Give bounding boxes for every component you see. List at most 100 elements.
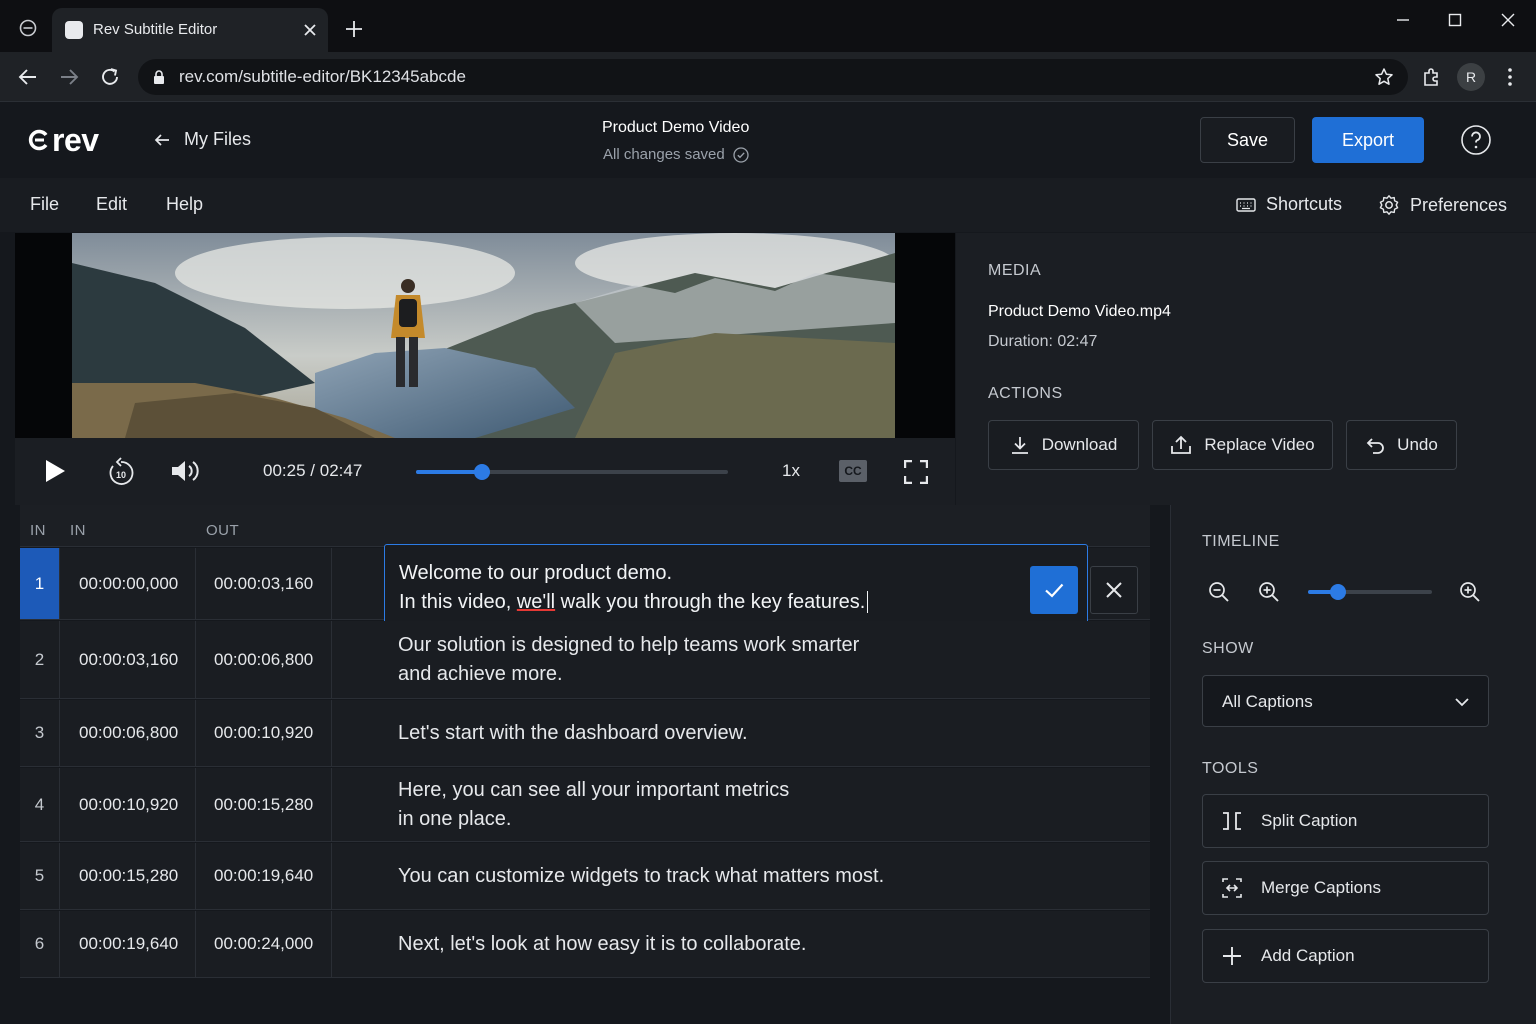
- media-duration: Duration: 02:47: [988, 333, 1098, 350]
- caption-text[interactable]: Our solution is designed to help teams w…: [398, 621, 1098, 698]
- cancel-edit-button[interactable]: [1090, 566, 1138, 614]
- caption-row-1[interactable]: 1 00:00:00,000 00:00:03,160 Welcome to o…: [20, 544, 1150, 628]
- help-question-icon[interactable]: [1460, 124, 1492, 156]
- caption-text[interactable]: Let's start with the dashboard overview.: [398, 700, 1098, 766]
- svg-text:10: 10: [116, 470, 126, 480]
- download-button[interactable]: Download: [988, 420, 1139, 470]
- caption-text[interactable]: Next, let's look at how easy it is to co…: [398, 911, 1098, 977]
- merge-captions-button[interactable]: Merge Captions: [1202, 861, 1489, 915]
- undo-label: Undo: [1397, 435, 1438, 454]
- save-button[interactable]: Save: [1200, 117, 1295, 163]
- bookmark-star-icon[interactable]: [1374, 67, 1394, 87]
- seek-handle[interactable]: [473, 464, 490, 480]
- arrow-left-icon: [154, 133, 169, 146]
- actions-section-label: ACTIONS: [988, 385, 1063, 402]
- caption-out-time[interactable]: 00:00:19,640: [196, 843, 332, 909]
- caption-in-time[interactable]: 00:00:00,000: [60, 548, 196, 619]
- caption-out-time[interactable]: 00:00:03,160: [196, 548, 332, 619]
- menu-edit[interactable]: Edit: [96, 194, 127, 215]
- forward-arrow-icon[interactable]: [58, 66, 80, 88]
- caption-row-3[interactable]: 3 00:00:06,800 00:00:10,920 Let's start …: [20, 700, 1150, 767]
- closed-captions-icon[interactable]: CC: [839, 460, 867, 482]
- caption-line-2-end: walk you through the key features.: [555, 591, 866, 613]
- play-icon[interactable]: [43, 458, 67, 484]
- tab-close-icon[interactable]: [300, 20, 320, 40]
- video-frame[interactable]: [15, 233, 955, 438]
- zoom-slider-handle[interactable]: [1329, 584, 1346, 600]
- url-omnibox[interactable]: rev.com/subtitle-editor/BK12345abcde: [138, 59, 1408, 95]
- timeline-section-label: TIMELINE: [1202, 533, 1280, 550]
- caption-row-6[interactable]: 6 00:00:19,640 00:00:24,000 Next, let's …: [20, 911, 1150, 978]
- caption-out-time[interactable]: 00:00:06,800: [196, 621, 332, 698]
- show-captions-select[interactable]: All Captions: [1202, 675, 1489, 727]
- timeline-zoom-slider[interactable]: [1308, 584, 1432, 600]
- volume-icon[interactable]: [170, 458, 202, 484]
- browser-menu-kebab-icon[interactable]: [1503, 66, 1517, 88]
- split-caption-button[interactable]: Split Caption: [1202, 794, 1489, 848]
- tab-search-icon[interactable]: [18, 18, 38, 38]
- profile-avatar[interactable]: R: [1457, 63, 1485, 91]
- replace-video-button[interactable]: Replace Video: [1152, 420, 1333, 470]
- export-button[interactable]: Export: [1312, 117, 1424, 163]
- spellcheck-flagged-word[interactable]: we'll: [517, 591, 555, 613]
- reload-icon[interactable]: [99, 66, 121, 88]
- menu-file[interactable]: File: [30, 194, 59, 215]
- rev-favicon-icon: [65, 21, 83, 39]
- caption-in-time[interactable]: 00:00:19,640: [60, 911, 196, 977]
- new-tab-plus-icon[interactable]: [343, 18, 365, 40]
- caption-in-time[interactable]: 00:00:06,800: [60, 700, 196, 766]
- caption-out-time[interactable]: 00:00:10,920: [196, 700, 332, 766]
- caption-index: 5: [20, 843, 60, 909]
- zoom-max-icon[interactable]: [1459, 581, 1481, 603]
- caption-text-editor[interactable]: Welcome to our product demo. In this vid…: [384, 544, 1088, 628]
- menu-bar: File Edit Help Shortcuts Preferences: [0, 178, 1536, 232]
- add-caption-button[interactable]: Add Caption: [1202, 929, 1489, 983]
- caption-editor-text[interactable]: Welcome to our product demo. In this vid…: [399, 559, 869, 617]
- zoom-out-icon[interactable]: [1208, 581, 1230, 603]
- url-text: rev.com/subtitle-editor/BK12345abcde: [179, 67, 466, 86]
- caption-out-time[interactable]: 00:00:15,280: [196, 768, 332, 841]
- caption-row-2[interactable]: 2 00:00:03,160 00:00:06,800 Our solution…: [20, 621, 1150, 699]
- back-to-my-files-link[interactable]: My Files: [152, 129, 251, 150]
- window-minimize-icon[interactable]: [1388, 10, 1418, 30]
- download-label: Download: [1041, 435, 1118, 454]
- caption-index: 3: [20, 700, 60, 766]
- caption-text[interactable]: You can customize widgets to track what …: [398, 843, 1098, 909]
- window-close-icon[interactable]: [1493, 10, 1523, 30]
- shortcuts-button[interactable]: Shortcuts: [1236, 194, 1342, 215]
- window-maximize-icon[interactable]: [1440, 10, 1470, 30]
- extensions-puzzle-icon[interactable]: [1420, 66, 1442, 88]
- caption-in-time[interactable]: 00:00:15,280: [60, 843, 196, 909]
- seek-bar[interactable]: [416, 464, 728, 480]
- confirm-edit-button[interactable]: [1030, 566, 1078, 614]
- chevron-down-icon: [1455, 698, 1469, 707]
- add-caption-label: Add Caption: [1261, 946, 1355, 965]
- app-header: rev My Files Product Demo Video All chan…: [0, 102, 1536, 178]
- caption-text[interactable]: Here, you can see all your important met…: [398, 768, 1098, 841]
- document-title: Product Demo Video: [602, 119, 750, 136]
- menu-help[interactable]: Help: [166, 194, 203, 215]
- undo-button[interactable]: Undo: [1346, 420, 1457, 470]
- caption-line-2: In this video, we'll walk you through th…: [399, 588, 869, 617]
- caption-in-time[interactable]: 00:00:03,160: [60, 621, 196, 698]
- caption-out-time[interactable]: 00:00:24,000: [196, 911, 332, 977]
- fullscreen-icon[interactable]: [904, 460, 928, 484]
- preferences-button[interactable]: Preferences: [1378, 194, 1507, 216]
- current-time: 00:25: [263, 461, 306, 480]
- playback-speed[interactable]: 1x: [782, 461, 800, 481]
- check-icon: [1045, 583, 1064, 598]
- rewind-10-icon[interactable]: 10: [107, 457, 135, 487]
- caption-row-4[interactable]: 4 00:00:10,920 00:00:15,280 Here, you ca…: [20, 768, 1150, 842]
- browser-tab-active[interactable]: Rev Subtitle Editor: [52, 8, 328, 52]
- media-panel: MEDIA Product Demo Video.mp4 Duration: 0…: [956, 233, 1536, 505]
- caption-in-time[interactable]: 00:00:10,920: [60, 768, 196, 841]
- preferences-label: Preferences: [1410, 194, 1508, 215]
- tools-section-label: TOOLS: [1202, 760, 1259, 777]
- zoom-in-icon[interactable]: [1258, 581, 1280, 603]
- back-link-label: My Files: [184, 129, 251, 149]
- rev-logo[interactable]: rev: [28, 124, 99, 156]
- caption-row-5[interactable]: 5 00:00:15,280 00:00:19,640 You can cust…: [20, 843, 1150, 910]
- media-section-label: MEDIA: [988, 262, 1042, 279]
- caption-line-1: Welcome to our product demo.: [399, 562, 673, 584]
- back-arrow-icon[interactable]: [17, 66, 39, 88]
